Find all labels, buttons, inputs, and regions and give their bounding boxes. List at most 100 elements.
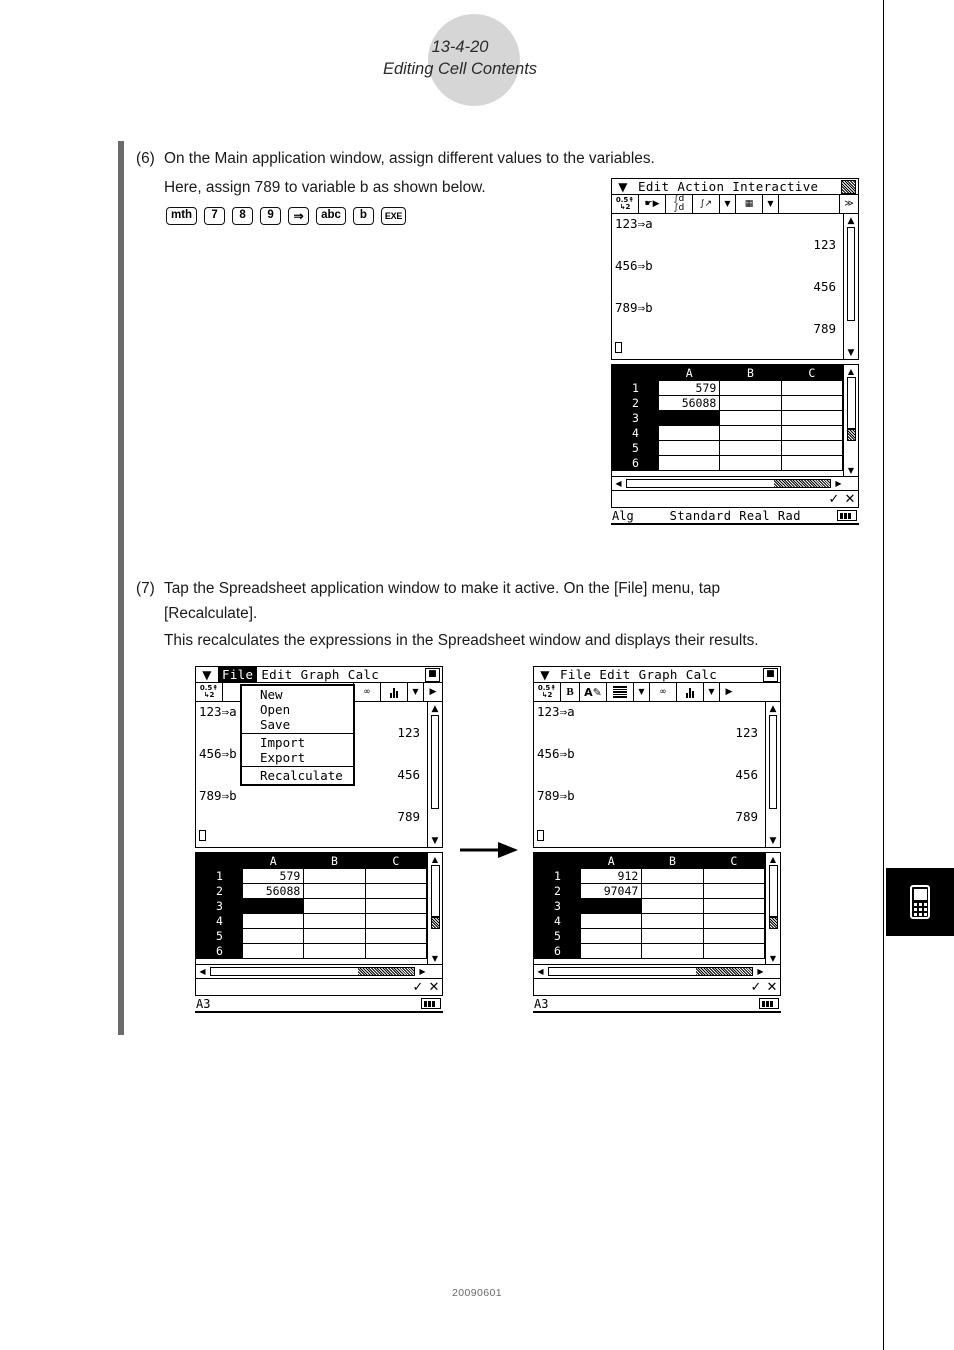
scroll-thumb[interactable] [769, 715, 777, 809]
integral-curve-icon[interactable]: ∫↗ [693, 195, 720, 213]
worksheet-vscrollbar[interactable]: ▲ ▼ [427, 702, 442, 847]
cell-c2[interactable] [364, 883, 428, 899]
scroll-down-icon[interactable]: ▼ [766, 834, 780, 847]
worksheet-vscrollbar[interactable]: ▲ ▼ [843, 214, 858, 359]
confirm-icon[interactable]: ✓ [748, 981, 764, 994]
next-arrow-icon[interactable]: ▶ [424, 683, 442, 701]
cell-c1[interactable] [780, 380, 844, 396]
cell-b4[interactable] [719, 425, 782, 441]
scroll-thumb[interactable] [768, 865, 778, 917]
cell-a3-selected[interactable] [241, 898, 305, 914]
spreadsheet-vscrollbar[interactable]: ▲ ▼ [765, 853, 780, 964]
row-header-1[interactable]: 1 [612, 380, 659, 396]
cell-c3[interactable] [702, 898, 766, 914]
cell-a4[interactable] [657, 425, 721, 441]
file-dropdown-menu[interactable]: New Open Save Import Export Recalculate [240, 684, 355, 786]
cell-b6[interactable] [719, 455, 782, 471]
cell-c5[interactable] [364, 928, 428, 944]
hscroll-bar[interactable] [626, 479, 831, 488]
row-header-4[interactable]: 4 [612, 425, 659, 441]
scroll-up-icon[interactable]: ▲ [844, 365, 858, 377]
scroll-up-icon[interactable]: ▲ [428, 853, 442, 865]
menu-calc[interactable]: Calc [344, 667, 383, 682]
cell-a1[interactable]: 579 [241, 868, 305, 884]
cell-b2[interactable] [719, 395, 782, 411]
row-header-6[interactable]: 6 [534, 943, 581, 959]
scroll-up-icon[interactable]: ▲ [844, 214, 858, 227]
worksheet-vscrollbar[interactable]: ▲ ▼ [765, 702, 780, 847]
keycap-9[interactable]: 9 [260, 207, 282, 225]
decimal-fraction-toggle-icon[interactable]: 0.5↟ ↳2 [534, 683, 561, 701]
cell-a6[interactable] [241, 943, 305, 959]
col-header-a[interactable]: A [579, 853, 643, 869]
cell-a2[interactable]: 97047 [579, 883, 643, 899]
cell-b3[interactable] [719, 410, 782, 426]
main-app-spreadsheet[interactable]: A B C 1 579 2 56088 3 4 5 6 ▲ ▼ [611, 364, 859, 477]
menu-item-open[interactable]: Open [242, 702, 353, 717]
row-header-5[interactable]: 5 [534, 928, 581, 944]
scroll-track-hatch[interactable] [430, 917, 440, 929]
row-header-2[interactable]: 2 [534, 883, 581, 899]
menu-edit[interactable]: Edit [634, 179, 673, 194]
hand-tool-icon[interactable]: ☛▶ [639, 195, 666, 213]
scroll-left-icon[interactable]: ◀ [196, 967, 209, 976]
menu-item-import[interactable]: Import [242, 735, 353, 750]
cell-a4[interactable] [579, 913, 643, 929]
decimal-fraction-toggle-icon[interactable]: 0.5↟ ↳2 [612, 195, 639, 213]
cell-a3-selected[interactable] [579, 898, 643, 914]
scroll-down-icon[interactable]: ▼ [766, 952, 780, 964]
menu-graph[interactable]: Graph [635, 667, 682, 682]
cancel-icon[interactable]: ✕ [426, 981, 442, 994]
spreadsheet-vscrollbar[interactable]: ▲ ▼ [427, 853, 442, 964]
toolbar-dropdown-1[interactable]: ▼ [634, 683, 650, 701]
col-header-c[interactable]: C [780, 365, 844, 381]
cell-a1[interactable]: 579 [657, 380, 721, 396]
scroll-left-icon[interactable]: ◀ [612, 479, 625, 488]
scroll-up-icon[interactable]: ▲ [766, 702, 780, 715]
row-header-2[interactable]: 2 [612, 395, 659, 411]
row-header-2[interactable]: 2 [196, 883, 243, 899]
keycap-abc[interactable]: abc [316, 207, 346, 225]
bar-chart-icon[interactable] [677, 683, 704, 701]
cell-c1[interactable] [702, 868, 766, 884]
row-header-5[interactable]: 5 [612, 440, 659, 456]
cell-b5[interactable] [719, 440, 782, 456]
col-header-c[interactable]: C [364, 853, 428, 869]
glasses-icon[interactable]: ∞ [354, 683, 381, 701]
scroll-track-hatch[interactable] [768, 917, 778, 929]
confirm-icon[interactable]: ✓ [826, 493, 842, 506]
row-header-5[interactable]: 5 [196, 928, 243, 944]
col-header-c[interactable]: C [702, 853, 766, 869]
main-app-entrybar[interactable]: ✓ ✕ [611, 491, 859, 508]
cell-b3[interactable] [303, 898, 366, 914]
cancel-icon[interactable]: ✕ [764, 981, 780, 994]
cell-c6[interactable] [702, 943, 766, 959]
confirm-icon[interactable]: ✓ [410, 981, 426, 994]
bold-button[interactable]: B [561, 683, 580, 701]
cell-c4[interactable] [702, 913, 766, 929]
next-arrow-icon[interactable]: ▶ [720, 683, 738, 701]
row-header-1[interactable]: 1 [196, 868, 243, 884]
main-app-worksheet[interactable]: 123⇒a 123 456⇒b 456 789⇒b 789 ▲ ▼ [611, 214, 859, 360]
toolbar-dropdown-2[interactable]: ▼ [704, 683, 720, 701]
cell-b4[interactable] [303, 913, 366, 929]
menu-graph[interactable]: Graph [297, 667, 344, 682]
menu-action[interactable]: Action [673, 179, 728, 194]
cell-b4[interactable] [641, 913, 704, 929]
spreadsheet-vscrollbar[interactable]: ▲ ▼ [843, 365, 858, 476]
cell-b5[interactable] [303, 928, 366, 944]
cell-b3[interactable] [641, 898, 704, 914]
row-header-3[interactable]: 3 [612, 410, 659, 426]
row-header-6[interactable]: 6 [196, 943, 243, 959]
cell-a4[interactable] [241, 913, 305, 929]
spreadsheet-after-hscrollbar[interactable]: ◀ ▶ [533, 965, 781, 979]
close-icon[interactable] [841, 180, 856, 194]
scroll-thumb[interactable] [846, 377, 856, 429]
cell-b6[interactable] [641, 943, 704, 959]
menu-item-export[interactable]: Export [242, 750, 353, 765]
spreadsheet-before-grid-panel[interactable]: A B C 1 579 2 56088 3 4 5 6 ▲ ▼ [195, 852, 443, 965]
bar-chart-icon[interactable] [381, 683, 408, 701]
keycap-mth[interactable]: mth [166, 207, 198, 225]
scroll-down-icon[interactable]: ▼ [844, 346, 858, 359]
keycap-exe[interactable]: EXE [380, 207, 407, 225]
